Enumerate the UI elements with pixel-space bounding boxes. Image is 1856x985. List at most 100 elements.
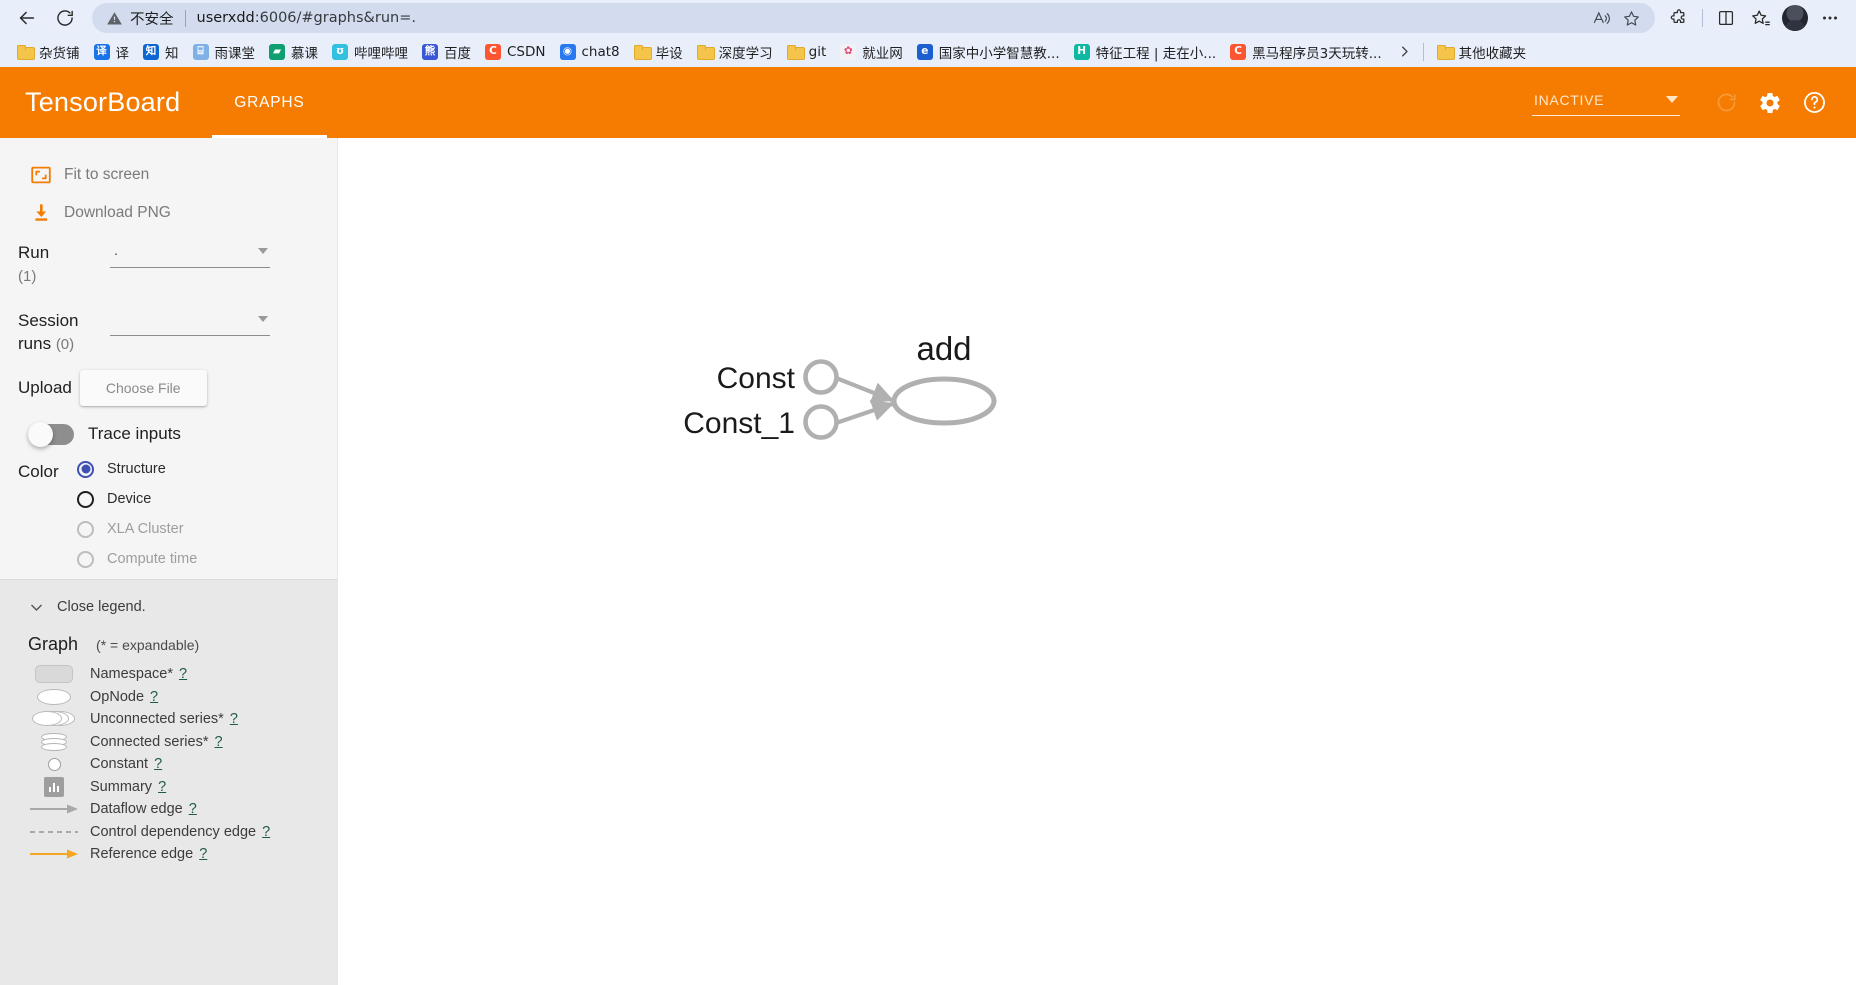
security-label: 不安全 (130, 11, 174, 28)
bookmark-label: 哔哩哔哩 (354, 45, 408, 62)
legend-help-link[interactable]: ? (215, 734, 223, 750)
tensorboard-header: TensorBoard GRAPHS INACTIVE (0, 67, 1856, 138)
graph-node-const-label: Const (717, 362, 796, 395)
radio-button[interactable] (77, 490, 94, 508)
graph-node-const-1[interactable] (803, 404, 839, 440)
more-ellipsis-icon[interactable] (1814, 3, 1846, 33)
legend-help-link[interactable]: ? (199, 846, 207, 862)
settings-gear-icon[interactable] (1750, 83, 1790, 123)
split-screen-icon[interactable] (1710, 3, 1742, 33)
bookmark-item[interactable]: C CSDN (478, 41, 553, 63)
tab-graphs[interactable]: GRAPHS (212, 67, 327, 138)
trace-inputs-toggle[interactable] (28, 421, 74, 447)
graph-node-add[interactable] (891, 376, 997, 426)
help-circle-icon[interactable] (1794, 83, 1834, 123)
legend-label: Dataflow edge ? (90, 801, 197, 818)
bookmark-label: 知 (165, 45, 179, 62)
bookmark-label: 译 (115, 45, 130, 62)
color-radio-device[interactable]: Device (77, 490, 197, 508)
session-runs-select[interactable] (110, 310, 270, 336)
legend-glyph (18, 843, 90, 865)
bookmark-item[interactable]: ◉ chat8 (553, 41, 627, 63)
other-bookmarks-folder[interactable]: 其他收藏夹 (1430, 39, 1534, 65)
namespace-glyph (35, 665, 73, 684)
bookmark-item[interactable]: 知知 (136, 39, 186, 65)
tensorboard-logo[interactable]: TensorBoard (0, 67, 212, 138)
legend-label: Control dependency edge ? (90, 823, 271, 840)
legend-help-link[interactable]: ? (179, 666, 187, 682)
radio-button[interactable] (77, 460, 94, 478)
reload-button[interactable] (48, 3, 82, 33)
bookmark-item[interactable]: ✿ 就业网 (833, 39, 910, 65)
bookmark-item[interactable]: 杂货铺 (10, 39, 87, 65)
url-host: userxdd (196, 10, 255, 26)
bookmark-label: 慕课 (291, 45, 318, 62)
graph-canvas[interactable]: Const Const_1 add (338, 138, 1856, 985)
run-select[interactable]: . (110, 242, 270, 268)
fit-to-screen-action[interactable]: Fit to screen (0, 156, 337, 194)
upload-label: Upload (18, 377, 72, 397)
bookmark-item[interactable]: 深度学习 (690, 39, 780, 65)
legend-items: Namespace* ? OpNode ? Unconnected series* … (0, 663, 337, 866)
bookmark-item[interactable]: ⌸ 雨课堂 (186, 39, 263, 65)
favorite-star-icon[interactable] (1617, 5, 1645, 31)
bookmark-item[interactable]: H 特征工程 | 走在小... (1067, 39, 1224, 65)
bookmark-item[interactable]: ▰ 慕课 (262, 39, 325, 65)
yuketang-icon: ⌸ (192, 43, 209, 60)
bookmark-item[interactable]: git (780, 41, 834, 63)
radio-label: Compute time (107, 551, 198, 568)
legend-hint: (* = expandable) (96, 637, 200, 653)
summary-glyph (44, 776, 64, 797)
legend-help-link[interactable]: ? (262, 824, 270, 840)
bilibili-icon: ʊ (332, 43, 348, 60)
legend-glyph (18, 731, 90, 753)
choose-file-button[interactable]: Choose File (79, 369, 207, 406)
legend-help-link[interactable]: ? (150, 689, 158, 705)
controls-scroll-area[interactable]: Fit to screen Download PNG Run (1) . Ses… (0, 138, 337, 579)
bookmark-item[interactable]: 熊百度 (415, 39, 478, 65)
bookmarks-bar: 杂货铺译译知知 ⌸ 雨课堂 ▰ 慕课 ʊ 哔哩哔哩熊百度 C CSDN ◉ chat8 毕设 深度学习 g… (0, 36, 1856, 67)
radio-button (77, 550, 94, 568)
bookmark-item[interactable]: ʊ 哔哩哔哩 (325, 39, 415, 65)
chevron-down-icon (31, 604, 42, 611)
legend-title: Graph (28, 634, 79, 654)
back-button[interactable] (10, 3, 44, 33)
trace-inputs-control[interactable]: Trace inputs (0, 406, 337, 447)
legend-label: Namespace* ? (90, 666, 188, 683)
url-path: :6006/#graphs&run=. (254, 10, 416, 26)
browser-toolbar: 不安全 userxdd:6006/#graphs&run=. (0, 0, 1856, 36)
bookmark-item[interactable]: 毕设 (627, 39, 690, 65)
radio-label: XLA Cluster (107, 521, 184, 538)
run-state-dropdown[interactable]: INACTIVE (1532, 90, 1680, 116)
bookmark-item[interactable]: C 黑马程序员3天玩转... (1223, 39, 1388, 65)
legend-help-link[interactable]: ? (189, 801, 197, 817)
reload-button[interactable] (1706, 83, 1746, 123)
folder-icon (633, 44, 652, 60)
legend-help-link[interactable]: ? (230, 711, 238, 727)
graph-node-const[interactable] (803, 359, 839, 395)
tensorboard-body: Fit to screen Download PNG Run (1) . Ses… (0, 138, 1856, 985)
dataflow-edge-glyph (30, 804, 78, 814)
legend-help-link[interactable]: ? (154, 756, 162, 772)
graph-svg[interactable]: Const Const_1 add (338, 138, 1856, 985)
color-radio-xla-cluster: XLA Cluster (77, 520, 197, 538)
radio-label: Structure (107, 461, 166, 478)
read-aloud-icon[interactable] (1587, 5, 1615, 31)
run-count: (1) (18, 267, 37, 285)
bookmarks-overflow-chevron-right-icon[interactable] (1393, 39, 1417, 65)
extensions-puzzle-icon[interactable] (1663, 3, 1695, 33)
graph-node-add-label: add (916, 330, 971, 367)
bookmark-item[interactable]: e 国家中小学智慧教... (910, 39, 1067, 65)
close-legend-toggle[interactable]: Close legend. (0, 594, 337, 620)
collections-icon[interactable] (1744, 3, 1776, 33)
download-png-action[interactable]: Download PNG (0, 194, 337, 232)
account-avatar[interactable] (1782, 5, 1808, 31)
csdn-icon: C (1230, 43, 1247, 60)
address-bar[interactable]: 不安全 userxdd:6006/#graphs&run=. (92, 3, 1655, 33)
color-radio-structure[interactable]: Structure (77, 460, 197, 478)
legend-item: Unconnected series* ? (0, 708, 337, 731)
bookmark-label: 就业网 (862, 45, 903, 62)
legend-label: Summary ? (90, 778, 167, 795)
bookmark-item[interactable]: 译译 (87, 39, 137, 65)
legend-help-link[interactable]: ? (158, 779, 166, 795)
